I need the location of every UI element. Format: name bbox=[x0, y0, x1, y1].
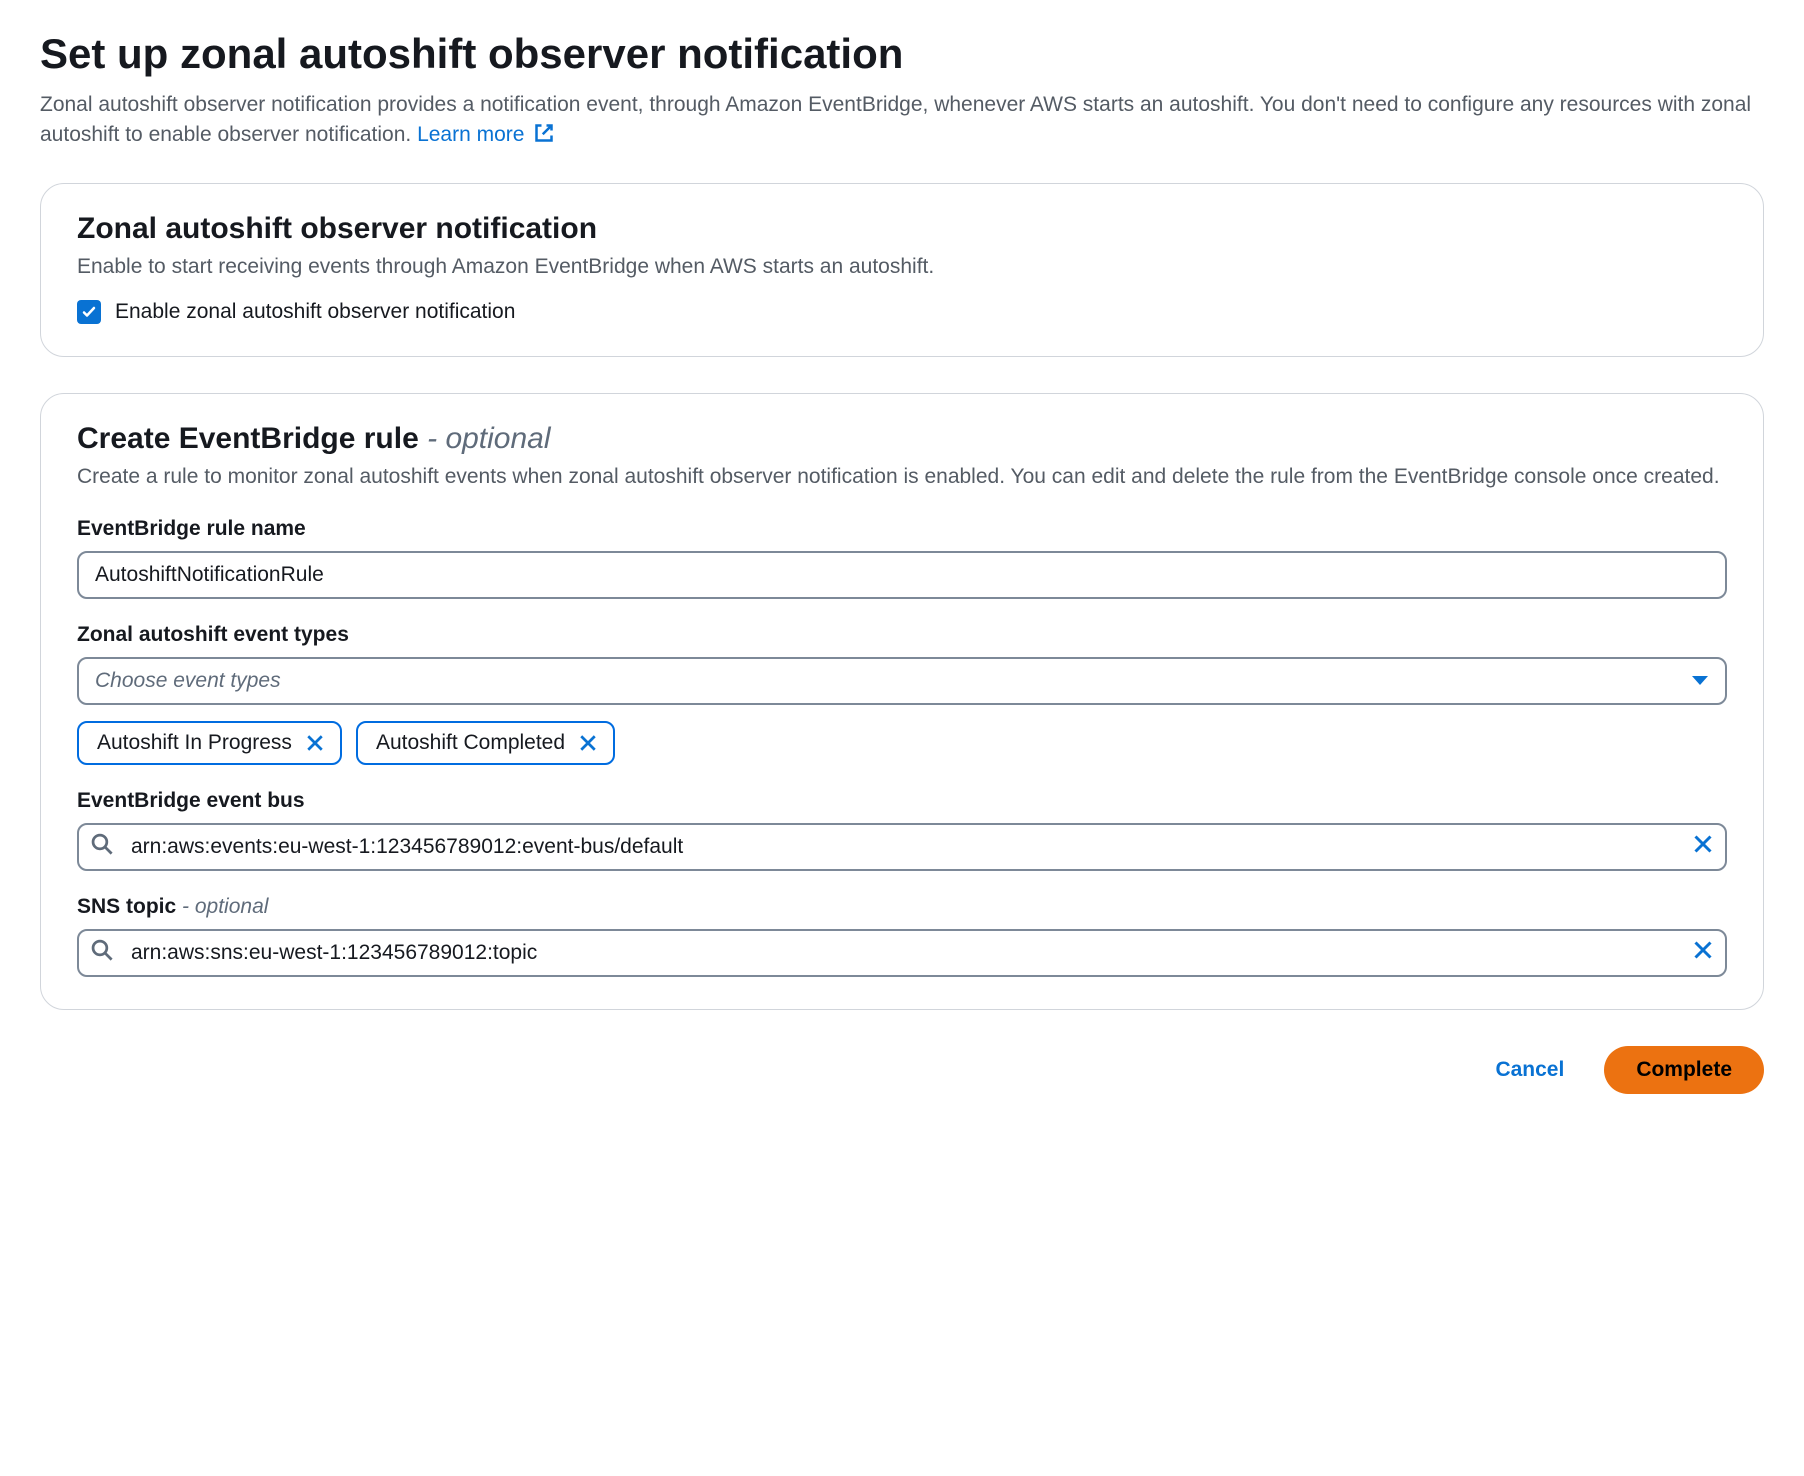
event-types-field: Zonal autoshift event types Choose event… bbox=[77, 623, 1727, 765]
search-icon bbox=[91, 939, 113, 967]
event-bus-input-wrap bbox=[77, 823, 1727, 871]
sns-topic-input[interactable] bbox=[77, 929, 1727, 977]
panel2-title-text: Create EventBridge rule bbox=[77, 422, 419, 455]
event-types-select-wrap: Choose event types bbox=[77, 657, 1727, 705]
search-icon bbox=[91, 833, 113, 861]
event-bus-label: EventBridge event bus bbox=[77, 789, 1727, 813]
remove-token-button[interactable] bbox=[306, 734, 324, 752]
enable-checkbox-row: Enable zonal autoshift observer notifica… bbox=[77, 300, 1727, 324]
sns-topic-input-wrap bbox=[77, 929, 1727, 977]
sns-topic-label-text: SNS topic bbox=[77, 895, 176, 918]
rule-name-field: EventBridge rule name bbox=[77, 517, 1727, 599]
close-icon bbox=[1693, 940, 1713, 960]
complete-button[interactable]: Complete bbox=[1604, 1046, 1764, 1094]
rule-name-label: EventBridge rule name bbox=[77, 517, 1727, 541]
token-autoshift-completed: Autoshift Completed bbox=[356, 721, 615, 765]
event-types-label: Zonal autoshift event types bbox=[77, 623, 1727, 647]
close-icon bbox=[1693, 834, 1713, 854]
panel1-title: Zonal autoshift observer notification bbox=[77, 212, 1727, 246]
event-bus-input[interactable] bbox=[77, 823, 1727, 871]
enable-checkbox[interactable] bbox=[77, 300, 101, 324]
rule-name-input[interactable] bbox=[77, 551, 1727, 599]
check-icon bbox=[81, 304, 97, 320]
panel2-description: Create a rule to monitor zonal autoshift… bbox=[77, 462, 1727, 492]
cancel-button[interactable]: Cancel bbox=[1483, 1048, 1576, 1092]
event-types-placeholder: Choose event types bbox=[95, 669, 281, 693]
observer-notification-panel: Zonal autoshift observer notification En… bbox=[40, 183, 1764, 357]
page-description: Zonal autoshift observer notification pr… bbox=[40, 90, 1764, 153]
page-title: Set up zonal autoshift observer notifica… bbox=[40, 30, 1764, 78]
token-label: Autoshift Completed bbox=[376, 731, 565, 755]
footer-actions: Cancel Complete bbox=[40, 1046, 1764, 1094]
learn-more-text: Learn more bbox=[417, 123, 524, 146]
token-label: Autoshift In Progress bbox=[97, 731, 292, 755]
close-icon bbox=[306, 734, 324, 752]
external-link-icon bbox=[534, 122, 554, 152]
page-description-text: Zonal autoshift observer notification pr… bbox=[40, 93, 1751, 146]
event-type-tokens: Autoshift In Progress Autoshift Complete… bbox=[77, 721, 1727, 765]
remove-token-button[interactable] bbox=[579, 734, 597, 752]
close-icon bbox=[579, 734, 597, 752]
event-bus-field: EventBridge event bus bbox=[77, 789, 1727, 871]
clear-sns-topic-button[interactable] bbox=[1693, 940, 1713, 966]
panel2-title: Create EventBridge rule - optional bbox=[77, 422, 1727, 456]
sns-topic-field: SNS topic - optional bbox=[77, 895, 1727, 977]
learn-more-link[interactable]: Learn more bbox=[417, 123, 554, 146]
panel1-description: Enable to start receiving events through… bbox=[77, 252, 1727, 282]
event-types-select[interactable]: Choose event types bbox=[77, 657, 1727, 705]
enable-checkbox-label: Enable zonal autoshift observer notifica… bbox=[115, 300, 515, 324]
optional-label: - optional bbox=[419, 422, 551, 455]
optional-label: - optional bbox=[176, 895, 268, 918]
token-autoshift-in-progress: Autoshift In Progress bbox=[77, 721, 342, 765]
eventbridge-rule-panel: Create EventBridge rule - optional Creat… bbox=[40, 393, 1764, 1009]
sns-topic-label: SNS topic - optional bbox=[77, 895, 1727, 919]
clear-event-bus-button[interactable] bbox=[1693, 834, 1713, 860]
